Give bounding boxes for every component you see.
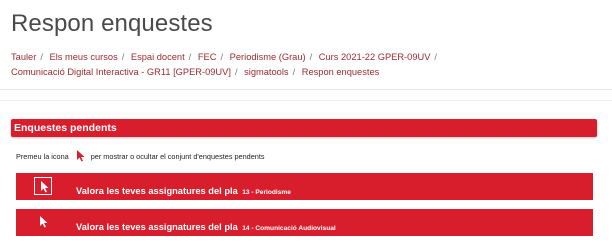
page-title: Respon enquestes bbox=[11, 10, 213, 37]
breadcrumb-separator: / bbox=[121, 52, 125, 62]
breadcrumb-item-year[interactable]: Curs 2021-22 GPER-09UV bbox=[319, 52, 431, 62]
breadcrumb-separator: / bbox=[188, 52, 192, 62]
breadcrumb-item-degree[interactable]: Periodisme (Grau) bbox=[230, 52, 306, 62]
pending-hint: Premeu la icona per mostrar o ocultar el… bbox=[16, 150, 265, 162]
breadcrumb-separator: / bbox=[309, 52, 313, 62]
breadcrumb-item-my-courses[interactable]: Els meus cursos bbox=[50, 52, 118, 62]
hint-text-before: Premeu la icona bbox=[16, 151, 69, 161]
breadcrumb-separator: / bbox=[234, 67, 238, 77]
breadcrumb-item-teaching-space[interactable]: Espai docent bbox=[131, 52, 185, 62]
survey-row[interactable]: Valora les teves assignatures del pla 13… bbox=[16, 173, 593, 200]
survey-toggle-button[interactable] bbox=[34, 177, 52, 195]
survey-title: Valora les teves assignatures del pla 13… bbox=[76, 181, 291, 199]
content-divider bbox=[0, 100, 612, 101]
survey-label: Valora les teves assignatures del pla bbox=[76, 186, 238, 196]
survey-detail: 14 - Comunicació Audiovisual bbox=[242, 225, 336, 232]
breadcrumb-item-course[interactable]: Comunicació Digital Interactiva - GR11 [… bbox=[11, 67, 231, 77]
breadcrumb-item-faculty[interactable]: FEC bbox=[198, 52, 217, 62]
survey-detail: 13 - Periodisme bbox=[242, 189, 291, 196]
pending-surveys-title: Enquestes pendents bbox=[14, 122, 117, 134]
survey-title: Valora les teves assignatures del pla 14… bbox=[76, 217, 336, 235]
breadcrumb-separator: / bbox=[220, 52, 224, 62]
breadcrumb-item-sigmatools[interactable]: sigmatools bbox=[244, 67, 288, 77]
breadcrumb: Tauler / Els meus cursos / Espai docent / F… bbox=[11, 50, 601, 80]
breadcrumb-separator: / bbox=[40, 52, 43, 62]
survey-label: Valora les teves assignatures del pla bbox=[76, 222, 238, 232]
cursor-arrow-icon bbox=[41, 181, 49, 193]
cursor-arrow-icon bbox=[40, 216, 48, 228]
pending-surveys-header: Enquestes pendents bbox=[11, 119, 597, 137]
header-divider bbox=[0, 89, 612, 90]
breadcrumb-separator: / bbox=[434, 52, 438, 62]
hint-text-after: per mostrar o ocultar el conjunt d'enque… bbox=[90, 151, 265, 161]
breadcrumb-item-current[interactable]: Respon enquestes bbox=[302, 67, 380, 77]
survey-row[interactable]: Valora les teves assignatures del pla 14… bbox=[16, 209, 593, 236]
cursor-arrow-icon bbox=[76, 150, 85, 162]
breadcrumb-item-tauler[interactable]: Tauler bbox=[11, 52, 36, 62]
breadcrumb-separator: / bbox=[292, 67, 296, 77]
survey-toggle-button[interactable] bbox=[34, 213, 52, 231]
